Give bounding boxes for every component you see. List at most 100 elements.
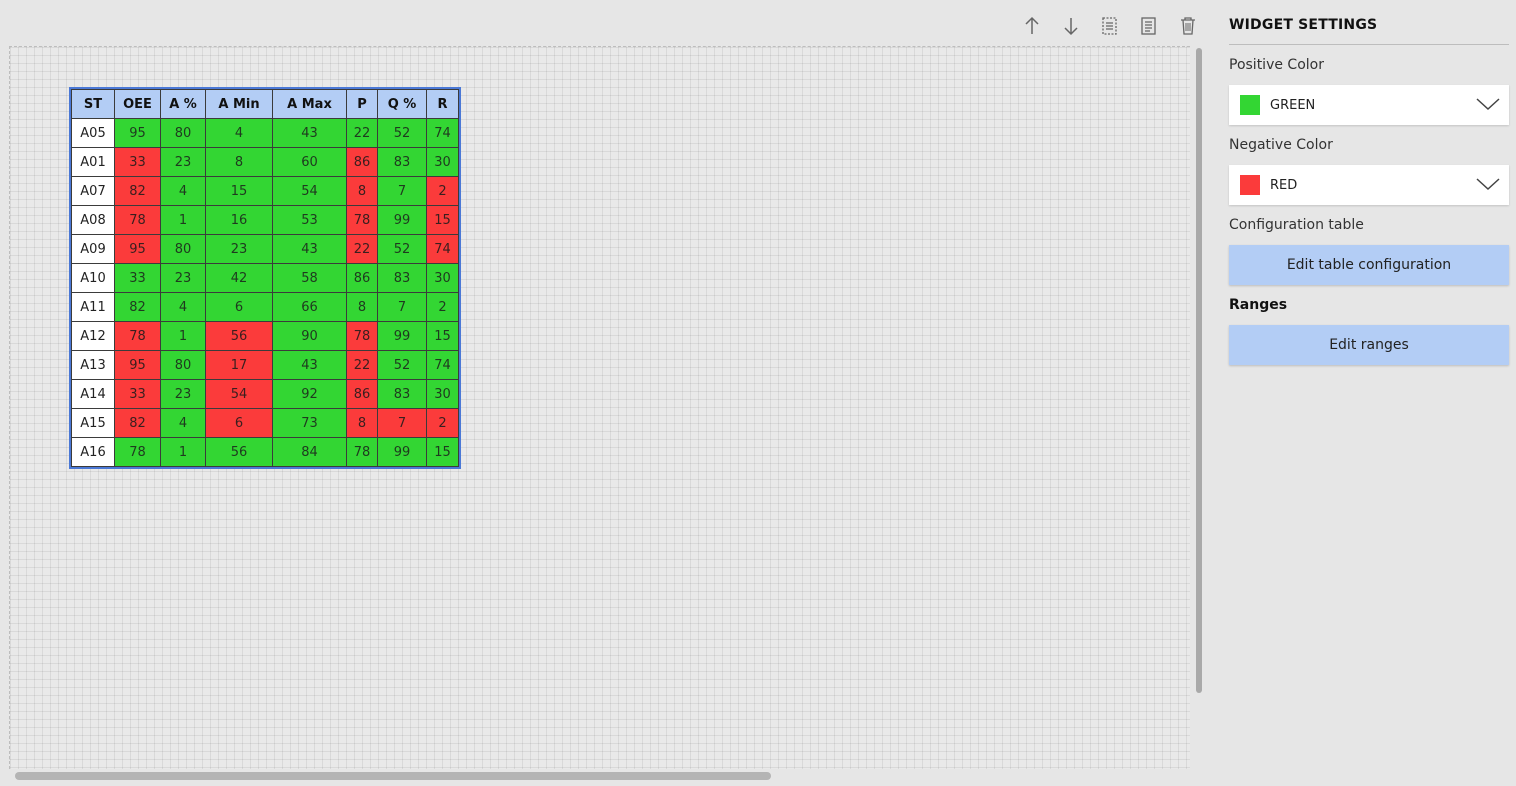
value-cell: 80 <box>160 350 206 380</box>
value-cell: 83 <box>377 147 427 177</box>
value-cell: 7 <box>377 408 427 438</box>
table-row: A11 82 4 6 66 8 7 2 <box>71 292 459 322</box>
value-cell: 99 <box>377 205 427 235</box>
value-cell: 23 <box>160 379 206 409</box>
table-row: A13 95 80 17 43 22 52 74 <box>71 350 459 380</box>
value-cell: 15 <box>205 176 273 206</box>
value-cell: 8 <box>346 292 378 322</box>
value-cell: 52 <box>377 118 427 148</box>
value-cell: 95 <box>114 234 161 264</box>
table-row: A05 95 80 4 43 22 52 74 <box>71 118 459 148</box>
value-cell: 1 <box>160 205 206 235</box>
value-cell: 33 <box>114 379 161 409</box>
value-cell: 95 <box>114 350 161 380</box>
station-cell: A10 <box>71 263 115 293</box>
value-cell: 2 <box>426 292 459 322</box>
value-cell: 7 <box>377 292 427 322</box>
value-cell: 4 <box>160 292 206 322</box>
oee-table: ST OEE A % A Min A Max P Q % R A05 95 80 4 43 22 52 74… <box>71 89 459 467</box>
negative-color-label: Negative Color <box>1229 137 1333 153</box>
value-cell: 2 <box>426 176 459 206</box>
table-header-row: ST OEE A % A Min A Max P Q % R <box>71 89 459 119</box>
table-widget[interactable]: ST OEE A % A Min A Max P Q % R A05 95 80 4 43 22 52 74… <box>69 87 461 469</box>
value-cell: 54 <box>205 379 273 409</box>
value-cell: 80 <box>160 234 206 264</box>
value-cell: 86 <box>346 379 378 409</box>
value-cell: 78 <box>346 321 378 351</box>
negative-color-swatch <box>1240 175 1260 195</box>
column-header: R <box>426 89 459 119</box>
negative-color-value: RED <box>1270 177 1298 193</box>
station-cell: A13 <box>71 350 115 380</box>
station-cell: A05 <box>71 118 115 148</box>
widget-details-button[interactable] <box>1135 12 1162 39</box>
value-cell: 4 <box>205 118 273 148</box>
value-cell: 15 <box>426 321 459 351</box>
value-cell: 8 <box>205 147 273 177</box>
value-cell: 17 <box>205 350 273 380</box>
move-up-button[interactable] <box>1018 12 1045 39</box>
value-cell: 78 <box>114 437 161 467</box>
edit-table-configuration-button[interactable]: Edit table configuration <box>1229 245 1509 285</box>
value-cell: 8 <box>346 176 378 206</box>
value-cell: 15 <box>426 205 459 235</box>
value-cell: 80 <box>160 118 206 148</box>
value-cell: 6 <box>205 408 273 438</box>
value-cell: 23 <box>160 263 206 293</box>
value-cell: 92 <box>272 379 347 409</box>
value-cell: 6 <box>205 292 273 322</box>
value-cell: 82 <box>114 176 161 206</box>
value-cell: 99 <box>377 437 427 467</box>
station-cell: A16 <box>71 437 115 467</box>
value-cell: 83 <box>377 379 427 409</box>
positive-color-swatch <box>1240 95 1260 115</box>
value-cell: 78 <box>346 437 378 467</box>
table-row: A08 78 1 16 53 78 99 15 <box>71 205 459 235</box>
value-cell: 8 <box>346 408 378 438</box>
panel-title: WIDGET SETTINGS <box>1229 17 1509 45</box>
value-cell: 1 <box>160 437 206 467</box>
value-cell: 42 <box>205 263 273 293</box>
value-cell: 4 <box>160 176 206 206</box>
table-row: A16 78 1 56 84 78 99 15 <box>71 437 459 467</box>
vertical-scrollbar[interactable] <box>1196 48 1202 693</box>
column-header: ST <box>71 89 115 119</box>
duplicate-widget-button[interactable] <box>1096 12 1123 39</box>
positive-color-value: GREEN <box>1270 97 1316 113</box>
table-row: A14 33 23 54 92 86 83 30 <box>71 379 459 409</box>
value-cell: 95 <box>114 118 161 148</box>
value-cell: 78 <box>114 321 161 351</box>
positive-color-label: Positive Color <box>1229 57 1324 73</box>
negative-color-select[interactable]: RED <box>1229 165 1509 205</box>
value-cell: 22 <box>346 350 378 380</box>
station-cell: A01 <box>71 147 115 177</box>
table-row: A09 95 80 23 43 22 52 74 <box>71 234 459 264</box>
column-header: Q % <box>377 89 427 119</box>
horizontal-scrollbar[interactable] <box>15 772 771 780</box>
station-cell: A14 <box>71 379 115 409</box>
value-cell: 7 <box>377 176 427 206</box>
value-cell: 86 <box>346 263 378 293</box>
column-header: A Min <box>205 89 273 119</box>
value-cell: 22 <box>346 234 378 264</box>
edit-ranges-button[interactable]: Edit ranges <box>1229 325 1509 365</box>
positive-color-select[interactable]: GREEN <box>1229 85 1509 125</box>
value-cell: 53 <box>272 205 347 235</box>
column-header: A Max <box>272 89 347 119</box>
move-down-button[interactable] <box>1057 12 1084 39</box>
station-cell: A11 <box>71 292 115 322</box>
chevron-down-icon <box>1476 178 1500 191</box>
station-cell: A15 <box>71 408 115 438</box>
value-cell: 4 <box>160 408 206 438</box>
station-cell: A09 <box>71 234 115 264</box>
value-cell: 52 <box>377 234 427 264</box>
column-header: A % <box>160 89 206 119</box>
ranges-label: Ranges <box>1229 297 1288 313</box>
value-cell: 60 <box>272 147 347 177</box>
document-icon <box>1140 16 1156 35</box>
value-cell: 74 <box>426 234 459 264</box>
table-row: A07 82 4 15 54 8 7 2 <box>71 176 459 206</box>
value-cell: 30 <box>426 379 459 409</box>
value-cell: 74 <box>426 118 459 148</box>
delete-widget-button[interactable] <box>1174 12 1201 39</box>
